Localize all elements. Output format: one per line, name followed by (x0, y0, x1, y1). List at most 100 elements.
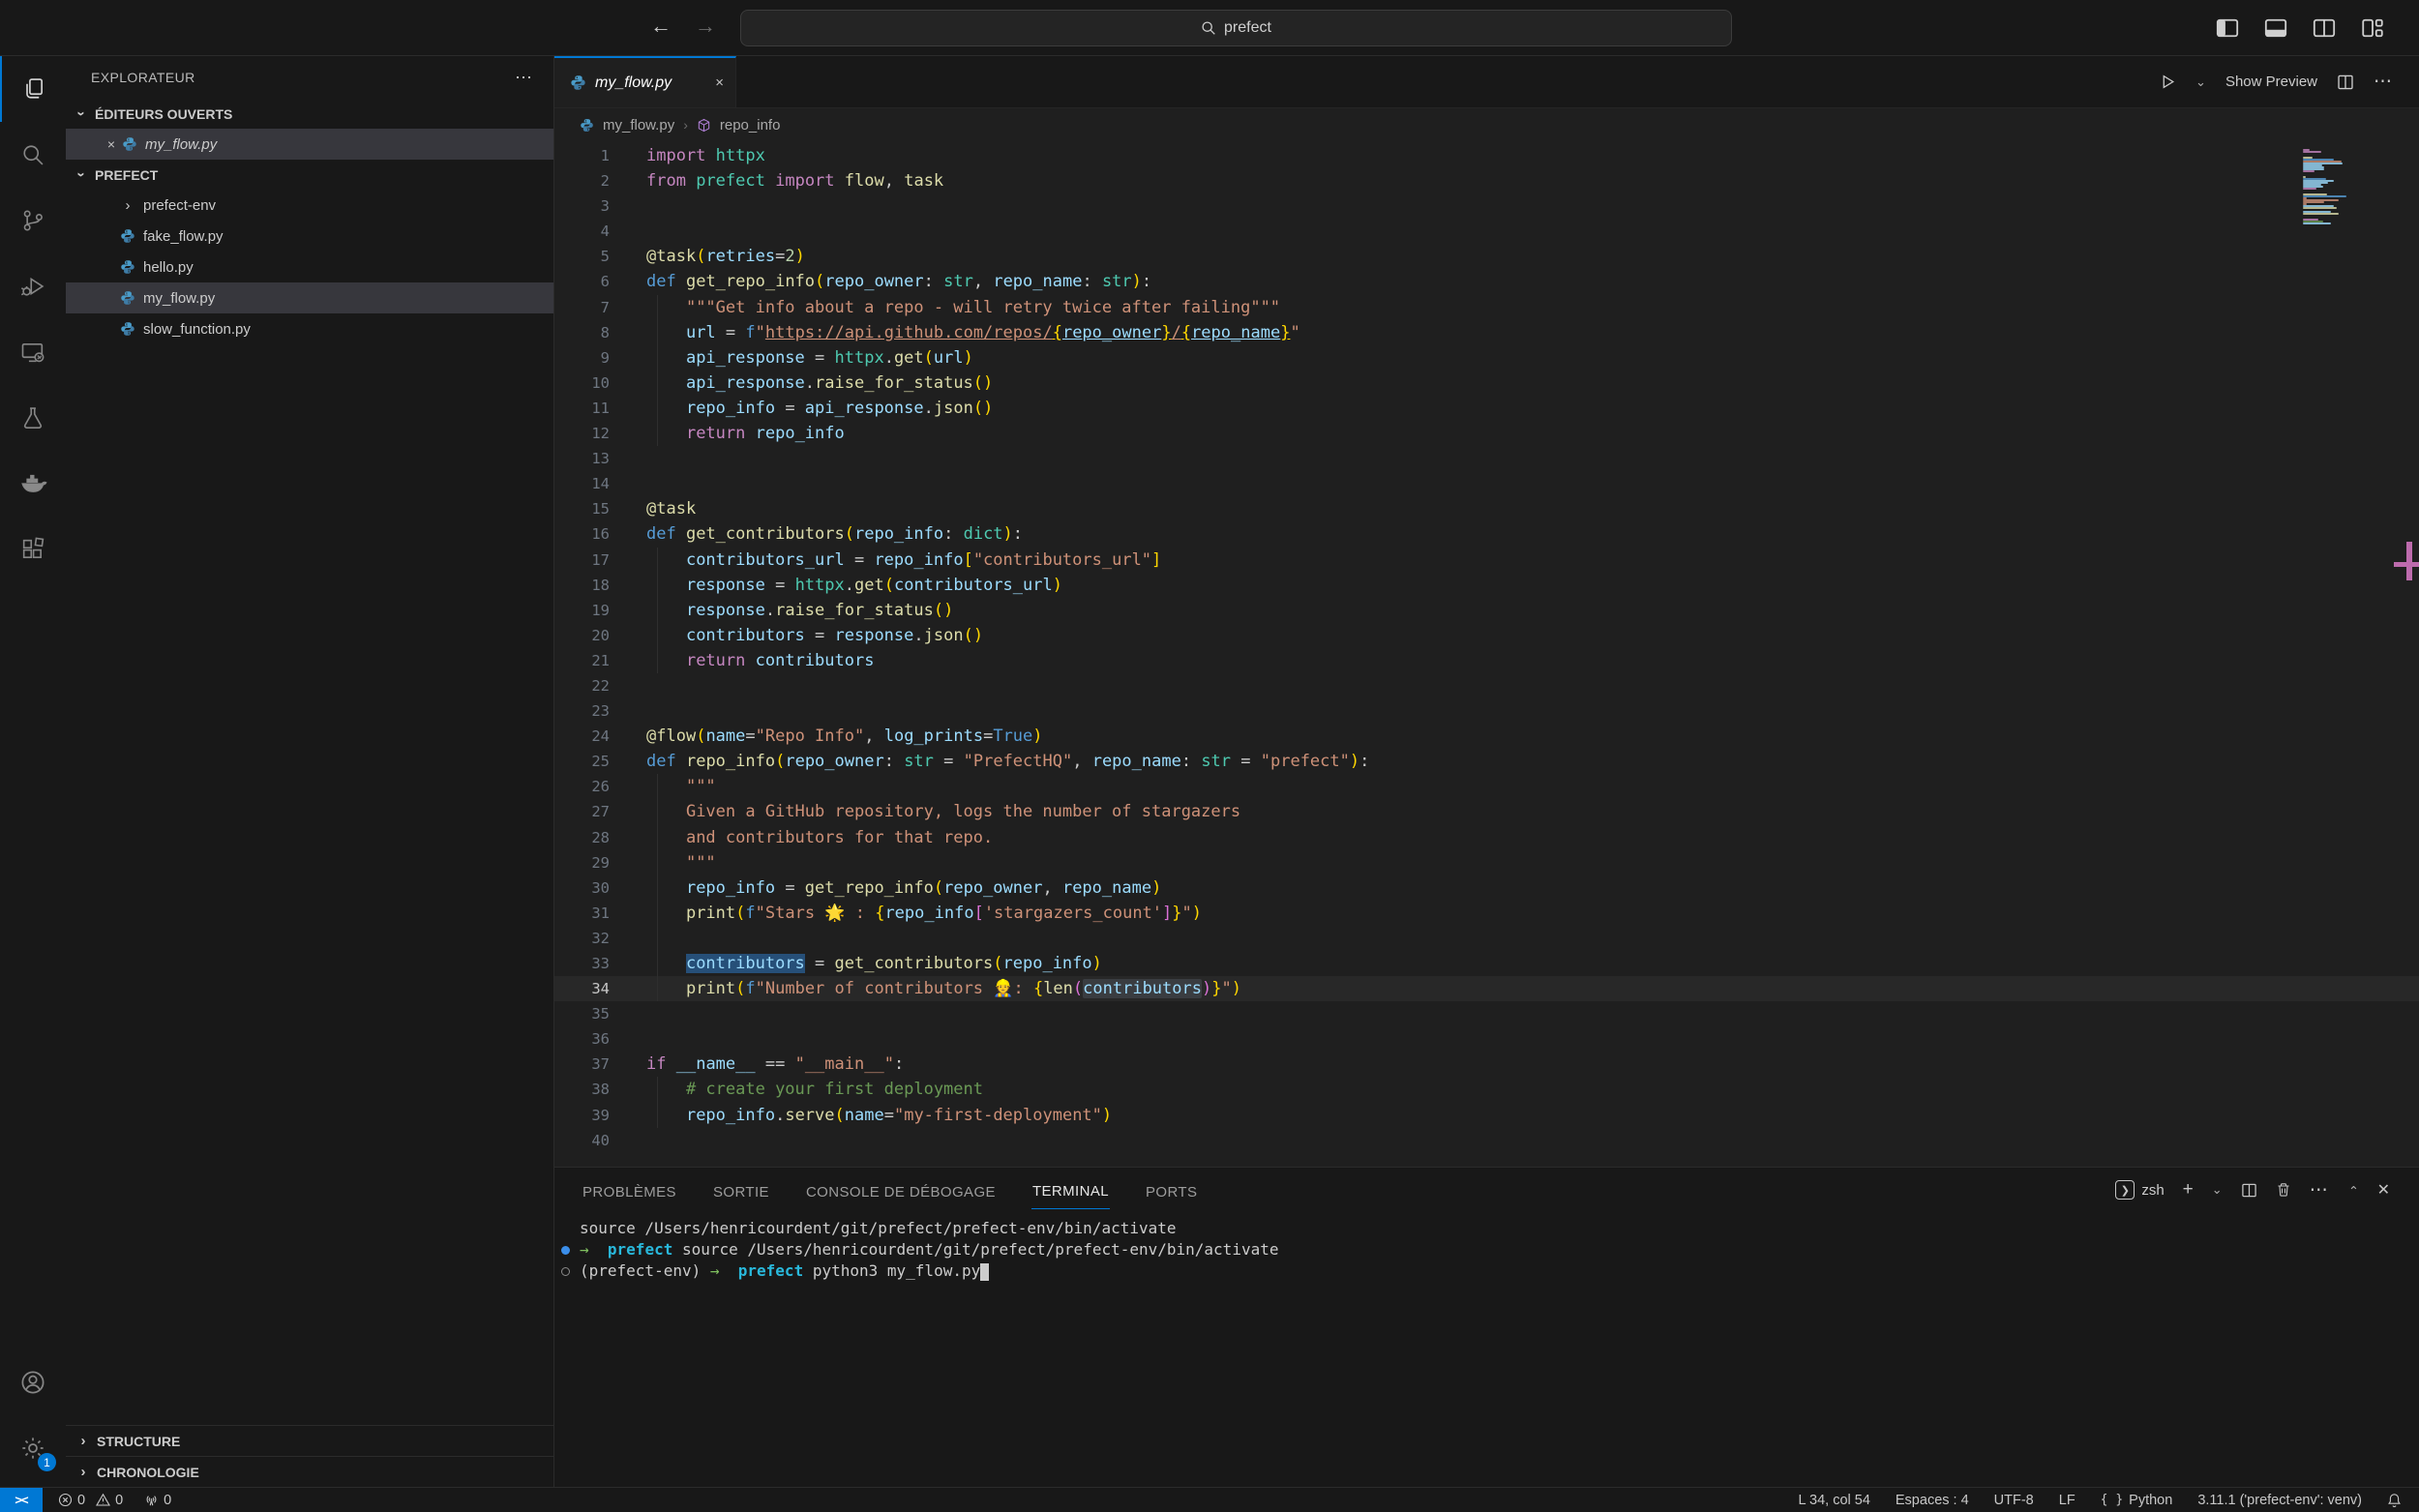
code-line[interactable]: 10 api_response.raise_for_status() (554, 371, 2419, 396)
sidebar-item-docker[interactable] (0, 451, 66, 517)
code-line[interactable]: 37if __name__ == "__main__": (554, 1052, 2419, 1077)
terminal-dropdown-icon[interactable]: ⌄ (2212, 1182, 2223, 1198)
kill-terminal-trash-icon[interactable] (2276, 1182, 2291, 1198)
file-tree-item-slow_function-py[interactable]: slow_function.py (66, 313, 553, 344)
status-item[interactable]: UTF-8 (1994, 1493, 2034, 1508)
open-editors-section[interactable]: › ÉDITEURS OUVERTS (66, 99, 553, 129)
code-line[interactable]: 22 (554, 673, 2419, 698)
minimap[interactable] (2303, 149, 2382, 226)
code-line[interactable]: 32 (554, 926, 2419, 951)
sidebar-item-remote-explorer[interactable] (0, 319, 66, 385)
code-line[interactable]: 24@flow(name="Repo Info", log_prints=Tru… (554, 724, 2419, 749)
code-editor[interactable]: 1import httpx2from prefect import flow, … (554, 141, 2419, 1167)
code-line[interactable]: 20 contributors = response.json() (554, 623, 2419, 648)
panel-tab-ports[interactable]: PORTS (1145, 1171, 1198, 1209)
split-editor-icon[interactable] (2337, 74, 2354, 91)
code-line[interactable]: 40 (554, 1128, 2419, 1153)
project-section[interactable]: › PREFECT (66, 160, 553, 190)
toggle-secondary-sidebar-icon[interactable] (2313, 16, 2336, 40)
sidebar-item-run-debug[interactable] (0, 253, 66, 319)
file-tree-item-hello-py[interactable]: hello.py (66, 252, 553, 282)
sidebar-item-search[interactable] (0, 122, 66, 188)
code-line[interactable]: 14 (554, 471, 2419, 496)
sidebar-section-chronologie[interactable]: ›CHRONOLOGIE (66, 1456, 553, 1487)
code-line[interactable]: 21 return contributors (554, 648, 2419, 673)
toggle-panel-icon[interactable] (2264, 16, 2287, 40)
account-button[interactable] (0, 1349, 66, 1415)
panel-more-actions-icon[interactable]: ⋯ (2310, 1179, 2330, 1201)
code-line[interactable]: 39 repo_info.serve(name="my-first-deploy… (554, 1103, 2419, 1128)
problems-status[interactable]: 0 0 (58, 1493, 123, 1508)
code-line[interactable]: 3 (554, 193, 2419, 219)
code-line[interactable]: 33 contributors = get_contributors(repo_… (554, 951, 2419, 976)
customize-layout-icon[interactable] (2361, 16, 2384, 40)
breadcrumb-file[interactable]: my_flow.py (603, 117, 674, 133)
code-line[interactable]: 29 """ (554, 850, 2419, 875)
code-line[interactable]: 27 Given a GitHub repository, logs the n… (554, 799, 2419, 824)
code-line[interactable]: 23 (554, 698, 2419, 724)
code-line[interactable]: 30 repo_info = get_repo_info(repo_owner,… (554, 875, 2419, 901)
add-terminal-icon[interactable]: + (2183, 1179, 2194, 1201)
code-line[interactable]: 7 """Get info about a repo - will retry … (554, 295, 2419, 320)
code-line[interactable]: 2from prefect import flow, task (554, 168, 2419, 193)
status-item[interactable]: LF (2059, 1493, 2076, 1508)
status-item[interactable]: 3.11.1 ('prefect-env': venv) (2197, 1493, 2362, 1508)
code-line[interactable]: 25def repo_info(repo_owner: str = "Prefe… (554, 749, 2419, 774)
breadcrumb-symbol[interactable]: repo_info (720, 117, 781, 133)
toggle-sidebar-icon[interactable] (2216, 16, 2239, 40)
panel-tab-probl-mes[interactable]: PROBLÈMES (582, 1171, 677, 1209)
code-line[interactable]: 26 """ (554, 774, 2419, 799)
split-terminal-icon[interactable] (2241, 1182, 2257, 1199)
sidebar-item-testing[interactable] (0, 385, 66, 451)
file-tree-item-my_flow-py[interactable]: my_flow.py (66, 282, 553, 313)
code-line[interactable]: 18 response = httpx.get(contributors_url… (554, 573, 2419, 598)
close-panel-icon[interactable]: ✕ (2377, 1180, 2390, 1200)
code-line[interactable]: 1import httpx (554, 143, 2419, 168)
command-center-search[interactable]: prefect (740, 10, 1732, 46)
code-line[interactable]: 9 api_response = httpx.get(url) (554, 345, 2419, 371)
sidebar-item-source-control[interactable] (0, 188, 66, 253)
close-editor-icon[interactable]: × (101, 136, 122, 152)
code-line[interactable]: 35 (554, 1001, 2419, 1026)
explorer-more-actions-icon[interactable]: ⋯ (515, 68, 534, 88)
code-line[interactable]: 6def get_repo_info(repo_owner: str, repo… (554, 269, 2419, 294)
code-line[interactable]: 38 # create your first deployment (554, 1077, 2419, 1102)
show-preview-button[interactable]: Show Preview (2225, 74, 2317, 90)
remote-indicator[interactable]: >< (0, 1488, 43, 1512)
code-line[interactable]: 12 return repo_info (554, 421, 2419, 446)
terminal-output[interactable]: source /Users/henricourdent/git/prefect/… (554, 1212, 2419, 1282)
panel-tab-sortie[interactable]: SORTIE (712, 1171, 770, 1209)
sidebar-item-extensions[interactable] (0, 517, 66, 582)
code-line[interactable]: 8 url = f"https://api.github.com/repos/{… (554, 320, 2419, 345)
code-line[interactable]: 4 (554, 219, 2419, 244)
settings-button[interactable]: 1 (0, 1415, 66, 1481)
panel-tab-console-de-d-bogage[interactable]: CONSOLE DE DÉBOGAGE (805, 1171, 997, 1209)
open-editor-item[interactable]: ×my_flow.py (66, 129, 553, 160)
file-tree-item-prefect-env[interactable]: ›prefect-env (66, 190, 553, 221)
code-line[interactable]: 36 (554, 1026, 2419, 1052)
code-line[interactable]: 11 repo_info = api_response.json() (554, 396, 2419, 421)
editor-more-actions-icon[interactable]: ⋯ (2374, 71, 2394, 93)
sidebar-item-explorer[interactable] (0, 56, 66, 122)
status-item[interactable]: { }Python (2101, 1493, 2173, 1508)
ports-status[interactable]: 0 (144, 1493, 171, 1508)
status-item[interactable]: L 34, col 54 (1798, 1493, 1869, 1508)
code-line[interactable]: 28 and contributors for that repo. (554, 825, 2419, 850)
terminal-shell-selector[interactable]: ❯ zsh (2115, 1180, 2164, 1200)
sidebar-section-structure[interactable]: ›STRUCTURE (66, 1425, 553, 1456)
tab-my-flow[interactable]: my_flow.py × (554, 56, 736, 107)
file-tree-item-fake_flow-py[interactable]: fake_flow.py (66, 221, 553, 252)
code-line[interactable]: 16def get_contributors(repo_info: dict): (554, 521, 2419, 547)
code-line[interactable]: 17 contributors_url = repo_info["contrib… (554, 548, 2419, 573)
run-dropdown-icon[interactable]: ⌄ (2195, 74, 2206, 90)
panel-tab-terminal[interactable]: TERMINAL (1031, 1171, 1110, 1209)
command-decoration-icon[interactable] (561, 1267, 570, 1276)
nav-forward-icon[interactable]: → (691, 14, 720, 39)
tab-close-icon[interactable]: × (715, 74, 724, 91)
status-item[interactable]: Espaces : 4 (1896, 1493, 1969, 1508)
maximize-panel-icon[interactable]: ⌄ (2348, 1182, 2359, 1198)
bell-icon[interactable] (2387, 1493, 2402, 1508)
code-line[interactable]: 15@task (554, 496, 2419, 521)
code-line[interactable]: 13 (554, 446, 2419, 471)
nav-back-icon[interactable]: ← (646, 14, 675, 39)
